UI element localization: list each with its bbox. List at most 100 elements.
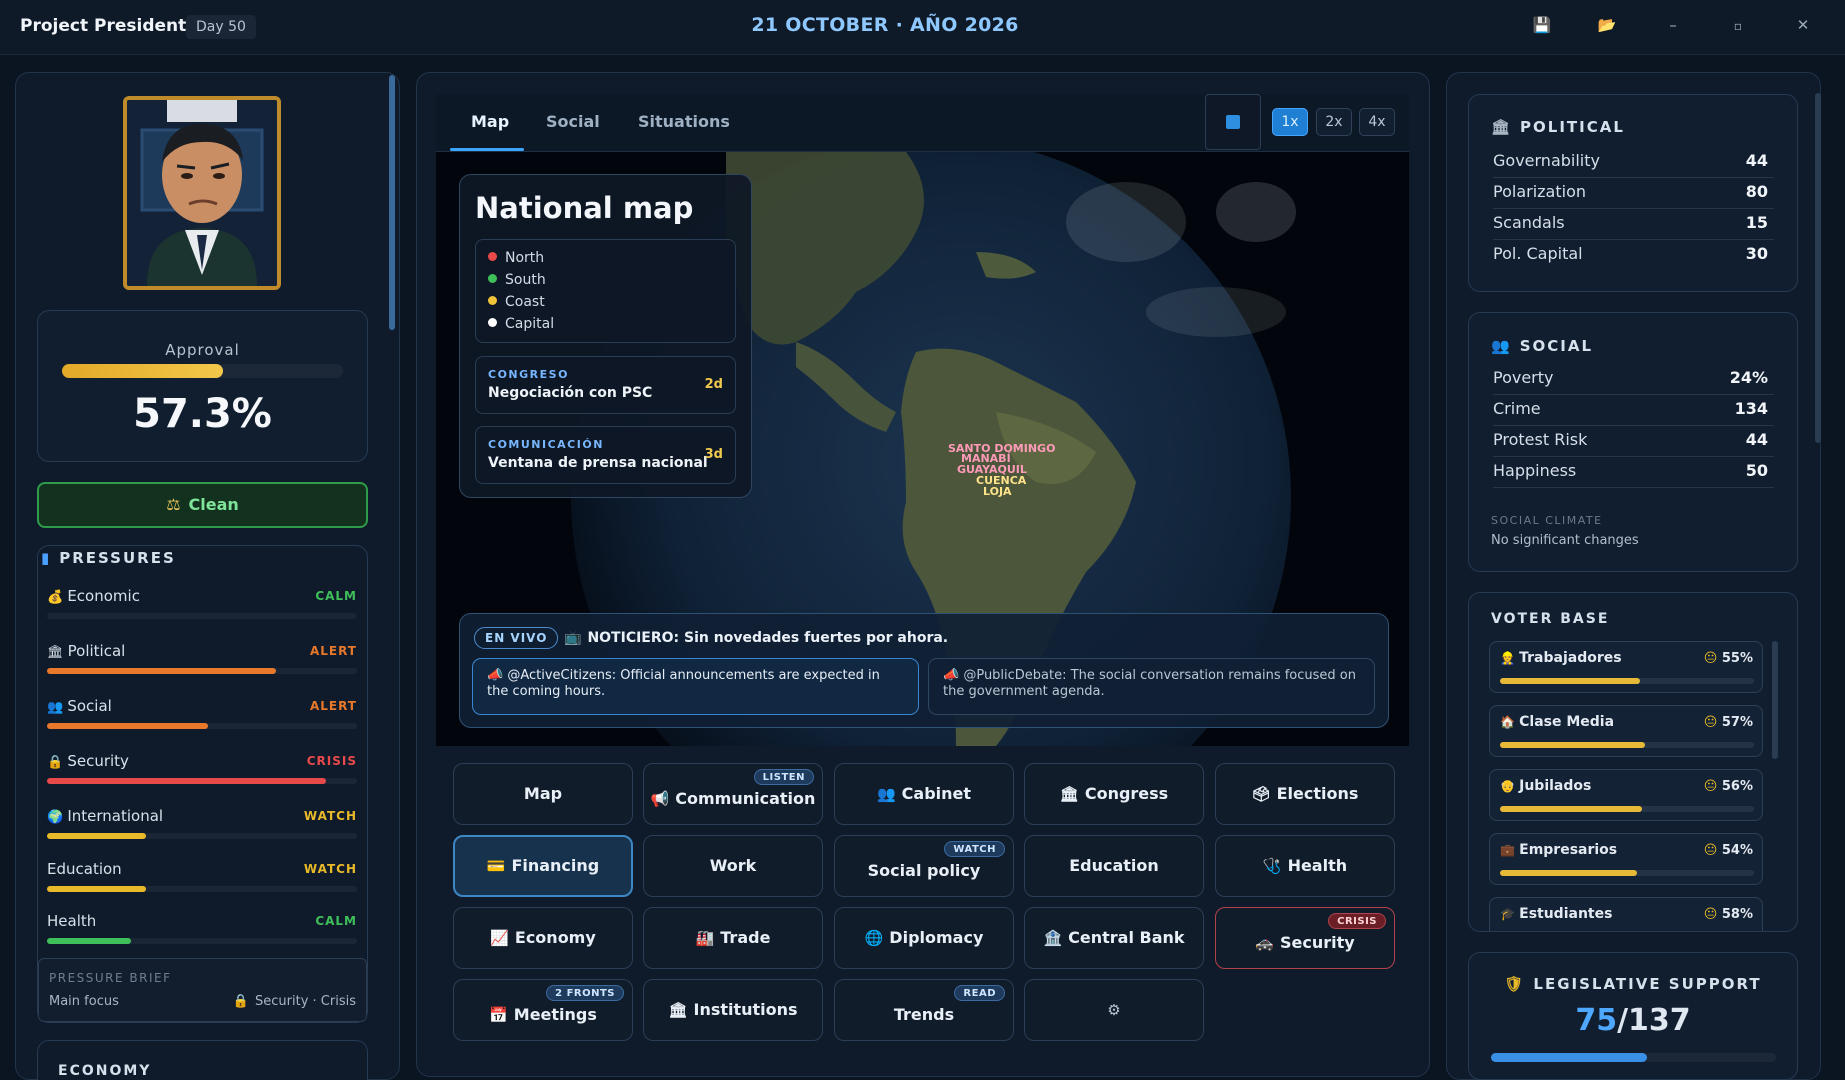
pressure-bar-fill xyxy=(47,778,326,784)
close-icon[interactable]: ✕ xyxy=(1791,16,1815,34)
stat-row: Governability 44 xyxy=(1493,147,1774,178)
factory-icon: 🏭 xyxy=(695,929,715,947)
stat-row: Protest Risk 44 xyxy=(1493,426,1774,457)
save-icon[interactable]: 💾 xyxy=(1530,16,1554,34)
right-scrollbar[interactable] xyxy=(1815,93,1821,443)
speed-4x-button[interactable]: 4x xyxy=(1359,108,1395,136)
event-text: Negociación con PSC xyxy=(488,385,653,401)
security-button[interactable]: 🚓 Security CRISIS xyxy=(1215,907,1395,969)
education-button[interactable]: Education xyxy=(1024,835,1204,897)
pressure-status: ALERT xyxy=(309,644,357,658)
brief-focus-value: 🔒 Security · Crisis xyxy=(232,994,356,1009)
action-label: Communication xyxy=(675,789,816,808)
economy-title: ECONOMY xyxy=(58,1063,152,1079)
institutions-button[interactable]: 🏛 Institutions xyxy=(643,979,823,1041)
diplomacy-button[interactable]: 🌐 Diplomacy xyxy=(834,907,1014,969)
pause-icon xyxy=(1226,115,1240,129)
voter-support-bar xyxy=(1500,742,1754,748)
voter-group-label: 💼 Empresarios xyxy=(1500,842,1618,858)
action-badge: WATCH xyxy=(944,841,1005,857)
pressure-brief: PRESSURE BRIEF Main focus 🔒 Security · Cr… xyxy=(38,958,367,1022)
trends-button[interactable]: Trends READ xyxy=(834,979,1014,1041)
pressure-bar xyxy=(47,613,357,619)
legislative-title: 🛡 LEGISLATIVE SUPPORT xyxy=(1504,975,1762,993)
financing-button[interactable]: 💳 Financing xyxy=(453,835,633,897)
ballot-box-icon: 🗳 xyxy=(1251,785,1271,803)
people-icon: 👥 xyxy=(1491,337,1512,355)
calendar-icon: 📅 xyxy=(489,1006,508,1024)
live-badge: EN VIVO xyxy=(474,627,559,649)
social-card: 👥 SOCIAL Poverty 24% Crime 134 Protest Risk… xyxy=(1468,312,1798,572)
dot-icon xyxy=(488,296,497,305)
voter-support-bar xyxy=(1500,870,1754,876)
pause-button[interactable] xyxy=(1205,94,1261,150)
health-button[interactable]: 🩺 Health xyxy=(1215,835,1395,897)
city-label: LOJA xyxy=(983,485,1012,498)
voter-support-bar-fill xyxy=(1500,678,1640,684)
capitol-icon: 🏛 xyxy=(1491,118,1513,136)
social-post[interactable]: 📣 @ActiveCitizens: Official announcement… xyxy=(472,658,919,715)
pressure-status: CALM xyxy=(315,589,357,603)
stat-row: Pol. Capital 30 xyxy=(1493,244,1768,263)
map-button[interactable]: Map xyxy=(453,763,633,825)
action-label: Trends xyxy=(893,1005,955,1024)
voter-group-value: 😐 58% xyxy=(1703,907,1753,922)
meetings-button[interactable]: 📅 Meetings 2 FRONTS xyxy=(453,979,633,1041)
folder-icon[interactable]: 📂 xyxy=(1595,16,1619,34)
left-scrollbar[interactable] xyxy=(389,75,395,330)
central-bank-button[interactable]: 🏦 Central Bank xyxy=(1024,907,1204,969)
pressure-bar-fill xyxy=(47,886,147,892)
voter-group[interactable]: 💼 Empresarios 😐 54% xyxy=(1489,833,1763,885)
congress-button[interactable]: 🏛 Congress xyxy=(1024,763,1204,825)
shield-icon: 🛡 xyxy=(1504,975,1526,993)
action-grid: Map 📢 Communication LISTEN 👥 Cabinet 🏛 Congress… xyxy=(436,746,1409,1054)
integrity-status-button[interactable]: ⚖ Clean xyxy=(37,482,368,528)
pressure-bar xyxy=(47,778,357,784)
capitol-icon: 🏛 xyxy=(1059,785,1079,803)
voter-group[interactable]: 🏠 Clase Media 😐 57% xyxy=(1489,705,1763,757)
work-button[interactable]: Work xyxy=(643,835,823,897)
voter-group[interactable]: 👴 Jubilados 😐 56% xyxy=(1489,769,1763,821)
chart-up-icon: 📈 xyxy=(490,929,509,947)
news-headline: 📺 NOTICIERO: Sin novedades fuertes por ah… xyxy=(564,630,949,646)
maximize-icon[interactable]: ▫ xyxy=(1726,19,1750,33)
action-label: Meetings xyxy=(513,1005,597,1024)
speed-2x-button[interactable]: 2x xyxy=(1316,108,1352,136)
minimize-icon[interactable]: – xyxy=(1661,16,1685,34)
voter-support-bar-fill xyxy=(1500,870,1638,876)
elections-button[interactable]: 🗳 Elections xyxy=(1215,763,1395,825)
neutral-face-icon: 😐 xyxy=(1703,651,1722,666)
chart-icon: ▮ xyxy=(41,549,52,567)
voter-scrollbar[interactable] xyxy=(1772,641,1778,759)
speed-1x-button[interactable]: 1x xyxy=(1272,108,1308,136)
lock-icon: 🔒 xyxy=(47,755,68,770)
communication-button[interactable]: 📢 Communication LISTEN xyxy=(643,763,823,825)
social-post[interactable]: 📣 @PublicDebate: The social conversation… xyxy=(928,658,1375,715)
tab-map[interactable]: Map xyxy=(471,112,509,131)
tab-situations[interactable]: Situations xyxy=(638,112,730,131)
active-tab-indicator xyxy=(450,148,524,151)
legislative-card: 🛡 LEGISLATIVE SUPPORT 75/137 xyxy=(1468,952,1798,1080)
pressure-status: WATCH xyxy=(303,862,357,876)
trade-button[interactable]: 🏭 Trade xyxy=(643,907,823,969)
event-days: 2d xyxy=(704,377,723,392)
social-policy-button[interactable]: Social policy WATCH xyxy=(834,835,1014,897)
event-card[interactable]: COMUNICACIÓN Ventana de prensa nacional … xyxy=(475,426,736,484)
center-tabbar: Map Social Situations xyxy=(436,94,1409,152)
voter-group-label: 👴 Jubilados xyxy=(1500,778,1592,794)
legislative-count: 75/137 xyxy=(1575,1003,1691,1038)
cabinet-button[interactable]: 👥 Cabinet xyxy=(834,763,1014,825)
legend-item: Coast xyxy=(488,294,545,310)
dot-icon xyxy=(488,252,497,261)
voter-group[interactable]: 👷 Trabajadores 😐 55% xyxy=(1489,641,1763,693)
tab-social[interactable]: Social xyxy=(546,112,600,131)
globe-icon: 🌍 xyxy=(47,810,68,825)
voter-group[interactable]: 🎓 Estudiantes 😐 58% xyxy=(1489,897,1763,931)
approval-value: 57.3% xyxy=(133,391,272,437)
settings-button[interactable]: ⚙ xyxy=(1024,979,1204,1041)
tv-icon: 📺 xyxy=(564,630,582,646)
economy-button[interactable]: 📈 Economy xyxy=(453,907,633,969)
event-card[interactable]: CONGRESO Negociación con PSC 2d xyxy=(475,356,736,414)
legislative-bar-fill xyxy=(1491,1053,1647,1062)
pressure-bar-fill xyxy=(47,938,131,944)
